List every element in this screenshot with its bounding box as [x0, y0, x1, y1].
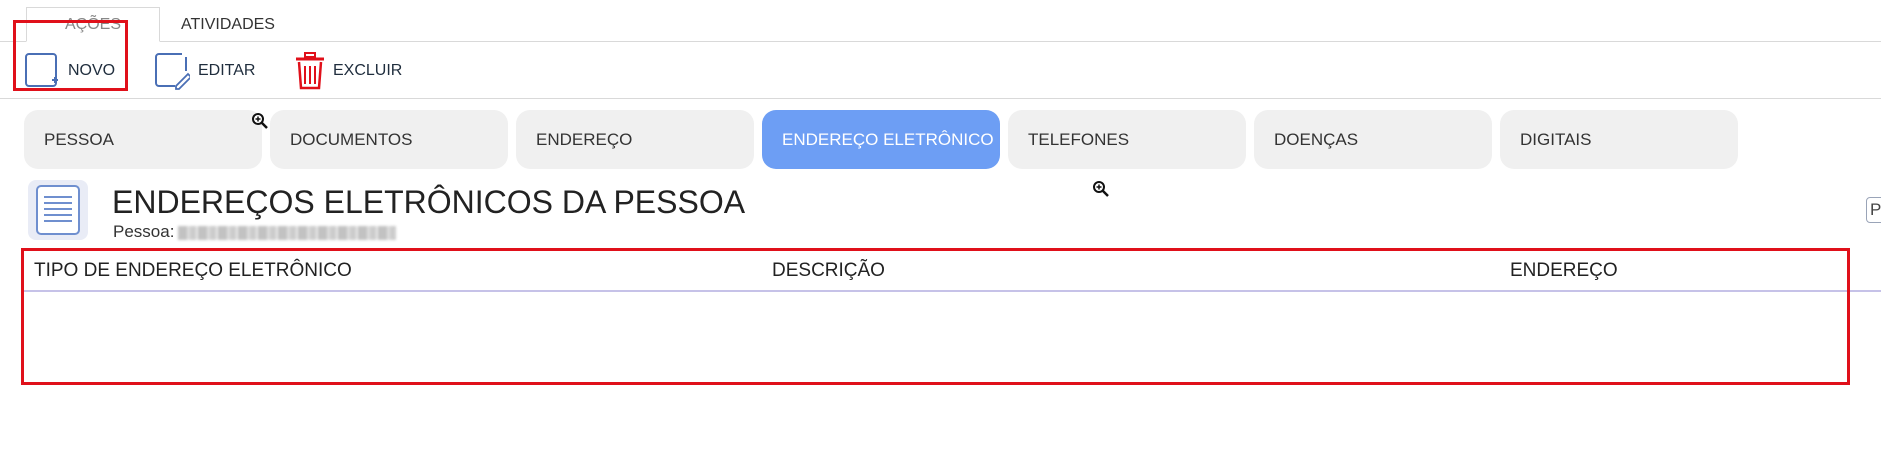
new-document-icon	[24, 52, 60, 90]
column-header-descricao[interactable]: DESCRIÇÃO	[772, 252, 885, 290]
edit-button-label: EDITAR	[198, 62, 256, 79]
tab-endereco-eletronico[interactable]: ENDEREÇO ELETRÔNICO	[762, 110, 1000, 169]
delete-button[interactable]: EXCLUIR	[295, 52, 402, 90]
person-info: Pessoa:	[113, 222, 397, 242]
person-label: Pessoa:	[113, 222, 175, 241]
zoom-cursor-icon	[1092, 180, 1110, 198]
edit-document-icon	[154, 52, 190, 90]
edge-button[interactable]: P	[1866, 197, 1881, 223]
new-button-label: NOVO	[68, 62, 116, 79]
tab-pessoa[interactable]: PESSOA	[24, 110, 262, 169]
zoom-cursor-icon	[251, 112, 269, 130]
tab-telefones[interactable]: TELEFONES	[1008, 110, 1246, 169]
tab-endereco[interactable]: ENDEREÇO	[516, 110, 754, 169]
tab-doencas[interactable]: DOENÇAS	[1254, 110, 1492, 169]
column-header-tipo[interactable]: TIPO DE ENDEREÇO ELETRÔNICO	[34, 252, 352, 290]
tab-atividades[interactable]: ATIVIDADES	[168, 7, 288, 42]
trash-icon	[295, 52, 325, 90]
edit-button[interactable]: EDITAR	[154, 52, 255, 90]
column-header-endereco[interactable]: ENDEREÇO	[1510, 252, 1618, 290]
page-title: ENDEREÇOS ELETRÔNICOS DA PESSOA	[112, 184, 746, 220]
table-header: TIPO DE ENDEREÇO ELETRÔNICO DESCRIÇÃO EN…	[21, 252, 1881, 292]
list-document-icon	[28, 180, 88, 240]
table-body-empty	[21, 294, 1850, 382]
tab-acoes[interactable]: AÇÕES	[26, 7, 160, 42]
tab-documentos[interactable]: DOCUMENTOS	[270, 110, 508, 169]
tab-digitais[interactable]: DIGITAIS	[1500, 110, 1738, 169]
new-button[interactable]: NOVO	[24, 52, 115, 90]
redacted-person-name	[178, 225, 397, 240]
actions-toolbar: NOVO EDITAR EXCLUIR	[0, 42, 1881, 99]
top-tab-bar: AÇÕES ATIVIDADES	[0, 0, 1881, 42]
app-root: AÇÕES ATIVIDADES NOVO EDITAR EXCLUIR PES…	[0, 0, 1881, 474]
delete-button-label: EXCLUIR	[333, 62, 403, 79]
